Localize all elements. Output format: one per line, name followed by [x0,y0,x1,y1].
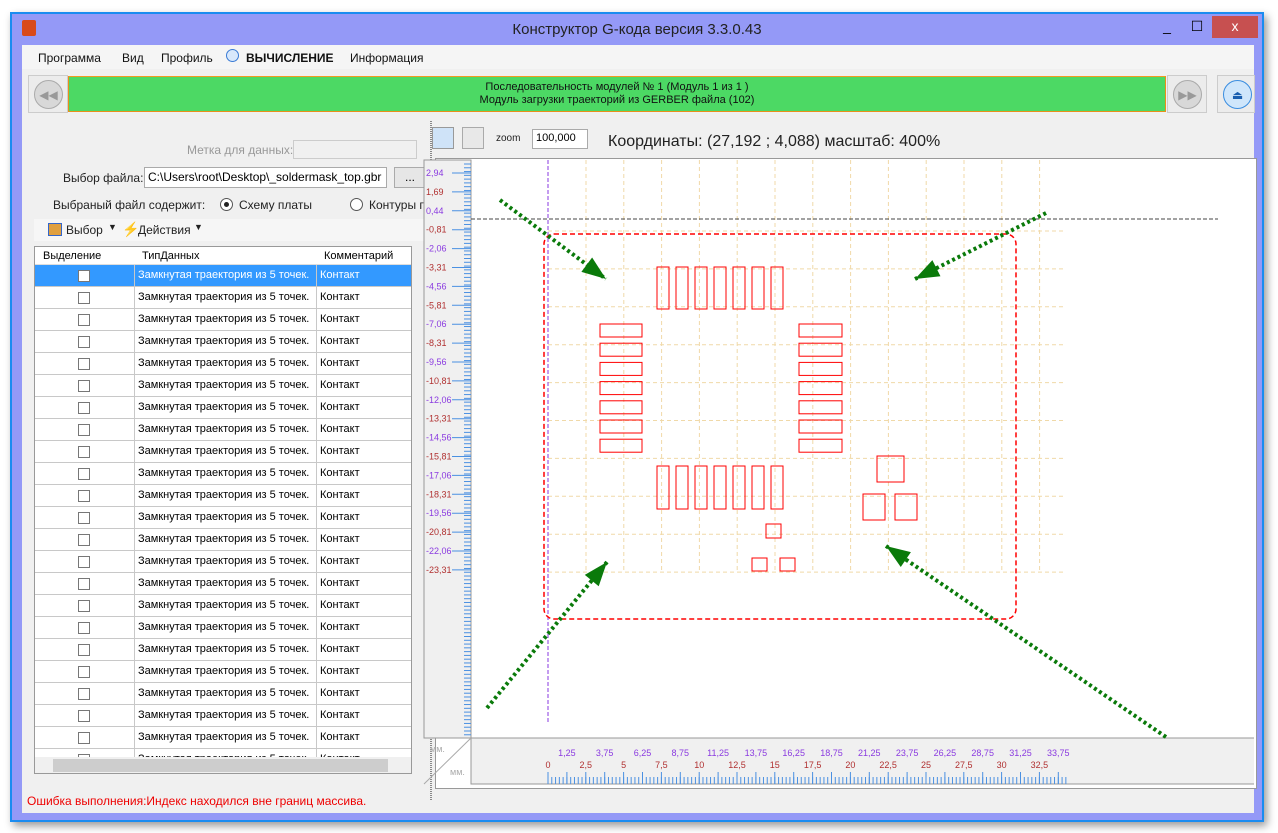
ruler-x-label: 27,5 [955,760,973,770]
ruler-x-label: 28,75 [971,748,994,758]
arrow-head-icon [581,257,606,279]
pad [713,266,727,310]
ruler-y-label: -2,06 [426,244,447,254]
pad [656,465,670,510]
ruler-x-label: 15 [770,760,780,770]
maximize-button[interactable]: ☐ [1182,16,1212,38]
pad [770,266,784,310]
pad [713,465,727,510]
ruler-x-label: 16,25 [782,748,805,758]
ruler-y-label: -19,56 [426,508,452,518]
ruler-x-label: 22,5 [879,760,897,770]
ruler-x-label: 33,75 [1047,748,1070,758]
pad [751,465,765,510]
ruler-y-label: -9,56 [426,357,447,367]
pad [599,438,643,453]
pad [732,266,746,310]
close-button[interactable]: x [1212,16,1258,38]
pad [599,361,643,376]
app-window: Конструктор G-кода версия 3.3.0.43 _ ☐ x… [10,12,1264,822]
pad [765,523,782,539]
pad [599,323,643,338]
ruler-x-label: 26,25 [934,748,957,758]
arrow-line [485,560,609,710]
pad [675,266,689,310]
ruler-y-label: -15,81 [426,452,452,462]
unit-label-top: мм. [430,744,445,754]
arrow-line [884,544,1168,739]
pad [675,465,689,510]
pad [656,266,670,310]
ruler-y-label: -8,31 [426,338,447,348]
pad [694,465,708,510]
ruler-y-label: 1,69 [426,187,444,197]
unit-label-bottom: мм. [450,767,465,777]
ruler-y-label: -22,06 [426,546,452,556]
pad [779,557,796,572]
ruler-x-label: 3,75 [596,748,614,758]
ruler-x-label: 13,75 [745,748,768,758]
ruler-x-label: 0 [545,760,550,770]
ruler-y-label: -7,06 [426,319,447,329]
ruler-y-label: -13,31 [426,414,452,424]
pad [798,361,843,376]
ruler-x-label: 7,5 [655,760,668,770]
arrow-head-icon [886,546,911,567]
ruler-x-label: 2,5 [580,760,593,770]
pad [798,438,843,453]
pad [599,381,643,396]
ruler-x-label: 20 [845,760,855,770]
ruler-y-label: -18,31 [426,489,452,499]
window-title: Конструктор G-кода версия 3.3.0.43 [512,21,762,38]
ruler-y-label: -23,31 [426,565,452,575]
pad [732,465,746,510]
pcb-viewer[interactable]: мм. мм. 2,94 1,69 0,44 -0,81 -2,06 -3,31 -4,56 -5… [22,45,1254,813]
ruler-x-label: 6,25 [634,748,652,758]
ruler-y-label: -10,81 [426,376,452,386]
ruler-x-label: 11,25 [707,748,729,758]
pad [770,465,784,510]
ruler-x-label: 30 [997,760,1007,770]
pad [798,381,843,396]
pad [694,266,708,310]
minimize-button[interactable]: _ [1152,16,1182,38]
ruler-x-label: 1,25 [558,748,576,758]
pad [876,455,905,483]
ruler-y-label: 0,44 [426,206,444,216]
ruler-y-label: -0,81 [426,225,447,235]
ruler-y-label: -3,31 [426,263,447,273]
pad [599,419,643,434]
client-area: Программа Вид Профиль ВЫЧИСЛЕНИЕ Информа… [22,45,1257,813]
pad [798,400,843,415]
ruler-y-label: -12,06 [426,395,452,405]
ruler-x-label: 31,25 [1009,748,1032,758]
ruler-y-label: 2,94 [426,168,444,178]
ruler-x-label: 8,75 [672,748,690,758]
pad [894,493,918,521]
pad [798,323,843,338]
ruler-x-label: 21,25 [858,748,881,758]
arrow-head-icon [915,260,941,279]
pad [862,493,886,521]
pad [798,419,843,434]
ruler-x-label: 12,5 [728,760,746,770]
ruler-x-label: 10 [694,760,704,770]
pad [751,266,765,310]
ruler-x-label: 23,75 [896,748,919,758]
pad [751,557,768,572]
ruler-y-label: -4,56 [426,281,447,291]
ruler-x-label: 18,75 [820,748,843,758]
pad [599,400,643,415]
ruler-y-label: -14,56 [426,433,452,443]
title-bar: Конструктор G-кода версия 3.3.0.43 _ ☐ x [12,14,1262,44]
ruler-x-label: 5 [621,760,626,770]
ruler-y-label: -5,81 [426,300,447,310]
ruler-x-label: 17,5 [804,760,822,770]
arrow-head-icon [584,562,607,587]
ruler-y-label: -20,81 [426,527,452,537]
ruler-y-label: -17,06 [426,470,452,480]
ruler-x-label: 32,5 [1031,760,1049,770]
ruler-x-label: 25 [921,760,931,770]
